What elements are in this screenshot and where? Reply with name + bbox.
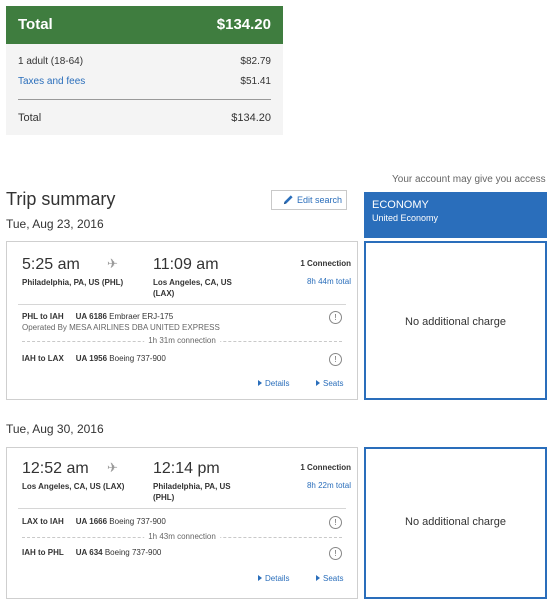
price-row-adult: 1 adult (18-64) $82.79 xyxy=(18,56,271,67)
fare-option-text: No additional charge xyxy=(405,316,506,328)
flight-date: Tue, Aug 23, 2016 xyxy=(6,217,104,231)
flight-card: 12:52 am ✈ 12:14 pm Los Angeles, CA, US … xyxy=(6,447,358,599)
segment-flight-number: UA 634 xyxy=(75,548,103,557)
edit-search-label: Edit search xyxy=(297,195,343,205)
connection-count: 1 Connection xyxy=(300,259,351,268)
info-icon[interactable]: ! xyxy=(329,311,342,324)
taxes-and-fees-link[interactable]: Taxes and fees xyxy=(18,76,85,87)
seats-link[interactable]: Seats xyxy=(316,574,343,583)
connection-separator: 1h 43m connection xyxy=(22,532,342,542)
price-summary: Total $134.20 1 adult (18-64) $82.79 Tax… xyxy=(6,6,283,135)
segment-route: LAX to IAH xyxy=(22,517,64,526)
card-divider xyxy=(18,508,346,509)
pencil-icon xyxy=(283,195,293,205)
fare-column-header[interactable]: ECONOMY United Economy xyxy=(364,192,547,238)
operated-by: Operated By MESA AIRLINES DBA UNITED EXP… xyxy=(22,323,220,332)
segment-flight-number: UA 1666 xyxy=(75,517,108,526)
segment-row: IAH to LAX UA 1956 Boeing 737-900 xyxy=(22,354,166,363)
price-row-value: $82.79 xyxy=(240,56,271,67)
account-access-note: Your account may give you access to xyxy=(392,174,547,185)
connection-separator: 1h 31m connection xyxy=(22,336,342,346)
arrive-airport: (LAX) xyxy=(153,289,175,298)
arrive-time: 12:14 pm xyxy=(153,460,220,477)
arrive-city: Philadelphia, PA, US xyxy=(153,482,231,491)
price-total-label: Total xyxy=(18,112,42,124)
segment-aircraft: Boeing 737-900 xyxy=(109,354,166,363)
price-row-label: 1 adult (18-64) xyxy=(18,56,84,67)
plane-icon: ✈ xyxy=(107,460,118,475)
fare-class-subtitle: United Economy xyxy=(372,213,439,223)
triangle-right-icon xyxy=(316,380,320,386)
segment-route: IAH to LAX xyxy=(22,354,64,363)
segment-row: PHL to IAH UA 6186 Embraer ERJ-175 xyxy=(22,312,173,321)
segment-row: LAX to IAH UA 1666 Boeing 737-900 xyxy=(22,517,166,526)
total-duration: 8h 22m total xyxy=(306,481,351,490)
seats-link[interactable]: Seats xyxy=(316,379,343,388)
segment-route: PHL to IAH xyxy=(22,312,64,321)
arrive-city: Los Angeles, CA, US xyxy=(153,278,232,287)
fare-option-text: No additional charge xyxy=(405,516,506,528)
triangle-right-icon xyxy=(258,380,262,386)
connection-time: 1h 31m connection xyxy=(144,336,220,345)
plane-icon: ✈ xyxy=(107,256,118,271)
segment-route: IAH to PHL xyxy=(22,548,64,557)
connection-time: 1h 43m connection xyxy=(144,532,220,541)
depart-time: 5:25 am xyxy=(22,256,80,273)
triangle-right-icon xyxy=(258,575,262,581)
segment-flight-number: UA 6186 xyxy=(75,312,107,321)
segment-row: IAH to PHL UA 634 Boeing 737-900 xyxy=(22,548,161,557)
card-divider xyxy=(18,304,346,305)
price-row-taxes: Taxes and fees $51.41 xyxy=(18,76,271,87)
price-row-total: Total $134.20 xyxy=(18,112,271,124)
fare-class-title: ECONOMY xyxy=(372,199,429,211)
details-link[interactable]: Details xyxy=(258,379,289,388)
arrive-airport: (PHL) xyxy=(153,493,175,502)
flight-date: Tue, Aug 30, 2016 xyxy=(6,422,104,436)
segment-aircraft: Embraer ERJ-175 xyxy=(109,312,174,321)
depart-time: 12:52 am xyxy=(22,460,89,477)
fare-option-cell[interactable]: No additional charge xyxy=(364,241,547,400)
connection-count: 1 Connection xyxy=(300,463,351,472)
total-duration: 8h 44m total xyxy=(306,277,351,286)
info-icon[interactable]: ! xyxy=(329,353,342,366)
price-header-value: $134.20 xyxy=(216,16,271,33)
price-header: Total $134.20 xyxy=(6,6,283,44)
triangle-right-icon xyxy=(316,575,320,581)
segment-aircraft: Boeing 737-900 xyxy=(109,517,166,526)
segment-aircraft: Boeing 737-900 xyxy=(104,548,162,557)
price-total-value: $134.20 xyxy=(231,112,271,124)
info-icon[interactable]: ! xyxy=(329,547,342,560)
arrive-time: 11:09 am xyxy=(153,256,219,273)
segment-flight-number: UA 1956 xyxy=(75,354,108,363)
price-header-label: Total xyxy=(18,16,53,33)
price-divider xyxy=(18,99,271,100)
depart-city: Los Angeles, CA, US (LAX) xyxy=(22,482,125,491)
edit-search-button[interactable]: Edit search xyxy=(271,190,347,210)
price-row-value: $51.41 xyxy=(240,76,271,87)
fare-option-cell[interactable]: No additional charge xyxy=(364,447,547,599)
flight-card: 5:25 am ✈ 11:09 am Philadelphia, PA, US … xyxy=(6,241,358,400)
trip-summary-title: Trip summary xyxy=(6,189,116,209)
info-icon[interactable]: ! xyxy=(329,516,342,529)
details-link[interactable]: Details xyxy=(258,574,289,583)
depart-city: Philadelphia, PA, US (PHL) xyxy=(22,278,124,287)
